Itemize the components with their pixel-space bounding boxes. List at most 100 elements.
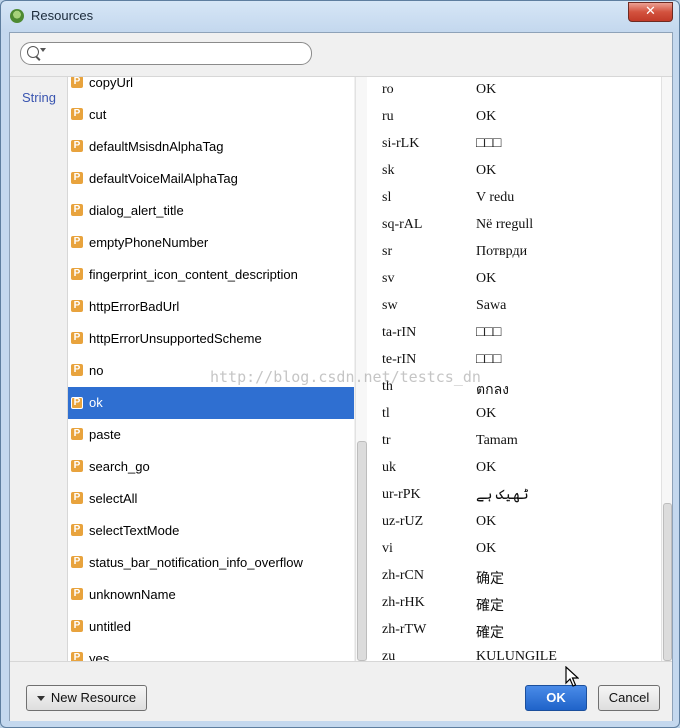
property-icon: P (71, 588, 83, 600)
property-icon: P (71, 300, 83, 312)
property-icon: P (71, 652, 83, 661)
translation-row[interactable]: sq-rAL Në rregull (367, 213, 661, 240)
translation-value: □□□ (476, 352, 502, 367)
translation-value: ٹھیک ہے (476, 488, 529, 503)
translation-row[interactable]: sw Sawa (367, 294, 661, 321)
resource-name: status_bar_notification_info_overflow (89, 555, 303, 570)
translation-value: Në rregull (476, 217, 534, 232)
translation-value: OK (476, 541, 497, 556)
locale-code: ro (382, 82, 394, 97)
translation-row[interactable]: ta-rIN □□□ (367, 321, 661, 348)
translation-row[interactable]: tl OK (367, 402, 661, 429)
close-button[interactable]: ✕ (628, 2, 673, 22)
new-resource-label: New Resource (50, 690, 137, 705)
translation-row[interactable]: ro OK (367, 78, 661, 105)
resource-item[interactable]: Pstatus_bar_notification_info_overflow (68, 547, 354, 579)
search-field[interactable] (20, 42, 312, 65)
translation-row[interactable]: ru OK (367, 105, 661, 132)
translation-value: OK (476, 271, 497, 286)
resource-name: no (89, 363, 104, 378)
search-row (10, 33, 672, 77)
locale-code: ta-rIN (382, 325, 417, 340)
ok-button[interactable]: OK (525, 685, 587, 711)
resource-item[interactable]: Psearch_go (68, 451, 354, 483)
locale-code: ru (382, 109, 394, 124)
locale-code: sw (382, 298, 398, 313)
resource-item[interactable]: PselectAll (68, 483, 354, 515)
search-icon[interactable] (27, 46, 39, 58)
resource-item[interactable]: PselectTextMode (68, 515, 354, 547)
translation-value: V redu (476, 190, 515, 205)
property-icon: P (71, 556, 83, 568)
translation-row[interactable]: tr Tamam (367, 429, 661, 456)
property-icon: P (71, 332, 83, 344)
resource-item[interactable]: PhttpErrorBadUrl (68, 291, 354, 323)
resource-item[interactable]: Puntitled (68, 611, 354, 643)
property-icon: P (71, 236, 83, 248)
resource-item[interactable]: PcopyUrl (68, 77, 354, 99)
resource-name: untitled (89, 619, 131, 634)
translation-row[interactable]: vi OK (367, 537, 661, 564)
resource-name: defaultMsisdnAlphaTag (89, 139, 224, 154)
translation-row[interactable]: zh-rHK 確定 (367, 591, 661, 618)
resource-name: unknownName (89, 587, 176, 602)
title-bar[interactable]: Resources ✕ (1, 1, 679, 31)
locale-code: sq-rAL (382, 217, 423, 232)
translation-row[interactable]: sl V redu (367, 186, 661, 213)
dropdown-caret-icon (36, 696, 45, 702)
resource-item[interactable]: Pfingerprint_icon_content_description (68, 259, 354, 291)
translation-value: 确定 (476, 572, 504, 587)
resource-name: fingerprint_icon_content_description (89, 267, 298, 282)
resource-item[interactable]: PdefaultMsisdnAlphaTag (68, 131, 354, 163)
translation-row[interactable]: uz-rUZ OK (367, 510, 661, 537)
search-input[interactable] (49, 45, 308, 63)
locale-code: tl (382, 406, 390, 421)
translation-row[interactable]: uk OK (367, 456, 661, 483)
translation-row[interactable]: sr Потврди (367, 240, 661, 267)
resource-name: search_go (89, 459, 150, 474)
resource-item[interactable]: Pcut (68, 99, 354, 131)
locale-code: vi (382, 541, 393, 556)
translation-list-scroll-thumb[interactable] (663, 503, 672, 661)
resources-dialog: Resources ✕ String PcopyUrl Pcut PdefaultM… (0, 0, 680, 728)
translation-value: Sawa (476, 298, 507, 313)
locale-code: zu (382, 649, 396, 661)
new-resource-button[interactable]: New Resource (26, 685, 147, 711)
translation-row[interactable]: zu KULUNGILE (367, 645, 661, 661)
translation-row[interactable]: ur-rPK ٹھیک ہے (367, 483, 661, 510)
translation-value: Tamam (476, 433, 518, 448)
resource-item[interactable]: Ppaste (68, 419, 354, 451)
resource-item[interactable]: Pyes (68, 643, 354, 661)
resource-item[interactable]: Pok (68, 387, 354, 419)
resource-item[interactable]: PunknownName (68, 579, 354, 611)
cancel-button[interactable]: Cancel (598, 685, 660, 711)
window-title: Resources (31, 8, 94, 23)
translation-value: OK (476, 163, 497, 178)
resource-item[interactable]: PdefaultVoiceMailAlphaTag (68, 163, 354, 195)
search-dropdown-caret-icon[interactable] (40, 48, 46, 52)
resource-item[interactable]: PemptyPhoneNumber (68, 227, 354, 259)
translation-value: Потврди (476, 244, 528, 259)
translation-row[interactable]: zh-rTW 確定 (367, 618, 661, 645)
translation-row[interactable]: sv OK (367, 267, 661, 294)
resource-item[interactable]: Pdialog_alert_title (68, 195, 354, 227)
resource-item[interactable]: PhttpErrorUnsupportedScheme (68, 323, 354, 355)
property-icon: P (71, 364, 83, 376)
translation-row[interactable]: sk OK (367, 159, 661, 186)
category-string[interactable]: String (22, 90, 56, 105)
property-icon: P (71, 524, 83, 536)
translation-row[interactable]: si-rLK □□□ (367, 132, 661, 159)
locale-code: si-rLK (382, 136, 420, 151)
property-icon: P (71, 172, 83, 184)
android-studio-icon (10, 9, 24, 23)
property-icon: P (71, 397, 83, 409)
resource-list-scroll-thumb[interactable] (357, 441, 367, 661)
property-icon: P (71, 268, 83, 280)
locale-code: sk (382, 163, 395, 178)
property-icon: P (71, 140, 83, 152)
locale-code: zh-rTW (382, 622, 427, 637)
resource-name: selectTextMode (89, 523, 180, 538)
translation-row[interactable]: zh-rCN 确定 (367, 564, 661, 591)
translation-list-scrollbar[interactable] (661, 77, 672, 661)
translation-value: OK (476, 109, 497, 124)
